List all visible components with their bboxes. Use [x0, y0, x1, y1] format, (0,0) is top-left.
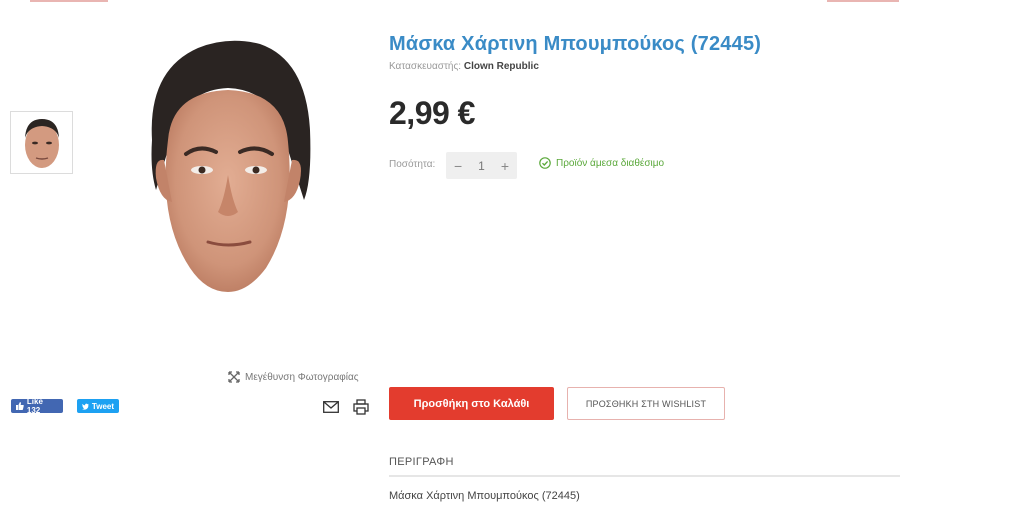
quantity-increment-button[interactable]: +	[501, 158, 509, 174]
stock-status-label: Προϊόν άμεσα διαθέσιμο	[556, 157, 665, 169]
quantity-input[interactable]	[470, 158, 493, 173]
thumbnail-face-image	[24, 118, 59, 168]
mail-icon	[323, 401, 339, 413]
stock-status: Προϊόν άμεσα διαθέσιμο	[539, 157, 664, 169]
manufacturer-line: Κατασκευαστής: Clown Republic	[389, 61, 539, 72]
quantity-label: Ποσότητα:	[389, 159, 436, 170]
product-title: Μάσκα Χάρτινη Μπουμπούκος (72445)	[389, 33, 762, 55]
description-divider	[389, 475, 900, 477]
enlarge-photo-link[interactable]: Μεγέθυνση Φωτογραφίας	[228, 371, 359, 383]
facebook-like-label: Like 132	[26, 397, 43, 415]
facebook-like-button[interactable]: Like 132	[11, 397, 63, 415]
manufacturer-label: Κατασκευαστής:	[389, 61, 462, 72]
enlarge-photo-label: Μεγέθυνση Φωτογραφίας	[245, 371, 359, 383]
facebook-like-icon	[16, 402, 24, 410]
tweet-button[interactable]: Tweet	[77, 399, 119, 413]
product-thumbnail[interactable]	[10, 111, 73, 174]
twitter-icon	[82, 403, 89, 410]
add-to-cart-button[interactable]: Προσθήκη στο Καλάθι	[389, 387, 554, 420]
top-accent-left	[30, 0, 108, 2]
description-tab[interactable]: ΠΕΡΙΓΡΑΦΗ	[389, 456, 454, 468]
top-accent-right	[827, 0, 899, 2]
expand-icon	[228, 371, 240, 383]
quantity-stepper: − +	[446, 152, 517, 179]
product-main-image	[151, 40, 311, 292]
print-button[interactable]	[352, 398, 370, 416]
description-text: Μάσκα Χάρτινη Μπουμπούκος (72445)	[389, 490, 580, 502]
product-price: 2,99 €	[389, 95, 475, 131]
tweet-label: Tweet	[91, 401, 114, 411]
email-share-button[interactable]	[322, 398, 340, 416]
add-to-wishlist-button[interactable]: ΠΡΟΣΘΗΚΗ ΣΤΗ WISHLIST	[567, 387, 725, 420]
check-circle-icon	[539, 157, 551, 169]
print-icon	[353, 399, 369, 415]
manufacturer-link[interactable]: Clown Republic	[464, 61, 539, 72]
quantity-decrement-button[interactable]: −	[454, 158, 462, 174]
